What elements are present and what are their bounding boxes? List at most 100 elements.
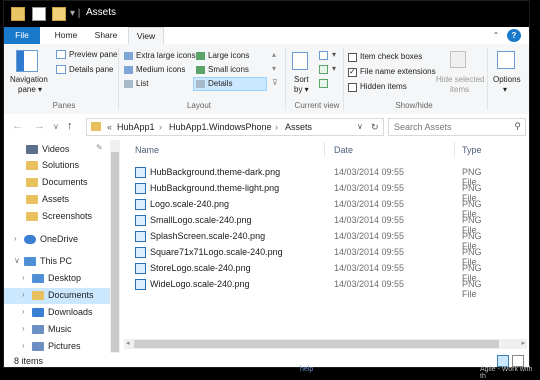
hidden-items-checkbox[interactable]	[348, 83, 357, 92]
layout-large-icons[interactable]: Large icons	[208, 51, 249, 60]
navigation-pane-icon[interactable]	[16, 50, 38, 72]
horizontal-scrollbar-thumb[interactable]	[134, 340, 499, 348]
forward-arrow-icon[interactable]: →	[34, 120, 45, 132]
options-button[interactable]: Options	[493, 75, 521, 84]
tab-home[interactable]: Home	[49, 27, 83, 44]
layout-medium-icons[interactable]: Medium icons	[136, 65, 185, 74]
file-row[interactable]: HubBackground.theme-dark.png 14/03/2014 …	[132, 165, 492, 187]
breadcrumb-separator-icon[interactable]: ›	[275, 122, 278, 132]
file-name-extensions-checkbox[interactable]	[348, 67, 357, 77]
layout-details[interactable]: Details	[208, 79, 232, 88]
address-dropdown-icon[interactable]: ∨	[357, 122, 363, 131]
png-file-icon	[135, 167, 146, 178]
add-columns-dropdown-icon[interactable]: ▾	[332, 64, 336, 73]
tree-item-assets[interactable]: Assets	[4, 192, 110, 208]
sort-by-icon[interactable]	[292, 52, 308, 70]
column-divider[interactable]	[324, 142, 325, 157]
file-row[interactable]: StoreLogo.scale-240.png 14/03/2014 09:55…	[132, 261, 492, 283]
chevron-right-icon[interactable]: ›	[22, 307, 25, 316]
tab-file[interactable]: File	[4, 27, 40, 44]
sort-by-label[interactable]: Sort	[294, 75, 309, 84]
chevron-right-icon[interactable]: ›	[22, 341, 25, 350]
item-check-boxes-label[interactable]: Item check boxes	[360, 52, 422, 61]
tree-item-music[interactable]: › Music	[4, 322, 110, 338]
tree-item-screenshots[interactable]: Screenshots	[4, 209, 110, 225]
tree-item-documents-quick[interactable]: Documents	[4, 175, 110, 191]
chevron-right-icon[interactable]: ›	[22, 273, 25, 282]
refresh-icon[interactable]: ↻	[371, 122, 379, 133]
tree-item-videos[interactable]: Videos ✎	[4, 142, 110, 158]
properties-button[interactable]	[32, 7, 46, 21]
recent-locations-icon[interactable]: ∨	[53, 122, 59, 131]
png-file-icon	[135, 247, 146, 258]
new-folder-button[interactable]	[52, 7, 66, 21]
item-check-boxes-checkbox[interactable]	[348, 53, 357, 62]
hidden-items-label[interactable]: Hidden items	[360, 82, 407, 91]
tree-item-this-pc[interactable]: ∨ This PC	[4, 254, 110, 270]
chevron-right-icon[interactable]: ›	[22, 290, 25, 299]
file-row[interactable]: WideLogo.scale-240.png 14/03/2014 09:55 …	[132, 277, 492, 299]
preview-pane-button[interactable]: Preview pane	[69, 50, 117, 59]
file-row[interactable]: SmallLogo.scale-240.png 14/03/2014 09:55…	[132, 213, 492, 235]
address-bar[interactable]: « HubApp1 › HubApp1.WindowsPhone › Asset…	[86, 118, 384, 136]
chevron-down-icon[interactable]: ∨	[14, 256, 20, 265]
up-arrow-icon[interactable]: ↑	[67, 120, 73, 132]
details-pane-button[interactable]: Details pane	[69, 65, 113, 74]
group-by-icon[interactable]	[319, 51, 328, 60]
scroll-right-icon[interactable]: ▸	[521, 339, 525, 347]
column-header-date[interactable]: Date	[334, 145, 353, 155]
options-icon[interactable]	[497, 51, 515, 69]
file-row[interactable]: SplashScreen.scale-240.png 14/03/2014 09…	[132, 229, 492, 251]
tab-share[interactable]: Share	[89, 27, 123, 44]
add-columns-icon[interactable]	[319, 65, 328, 74]
back-arrow-icon[interactable]: ←	[12, 120, 23, 132]
search-icon[interactable]: ⚲	[514, 121, 521, 132]
layout-scroll-up-icon[interactable]: ▴	[272, 50, 276, 59]
breadcrumb-assets[interactable]: Assets	[285, 122, 312, 132]
breadcrumb-hubapp1[interactable]: HubApp1	[117, 122, 155, 132]
horizontal-scrollbar[interactable]: ◂ ▸	[124, 339, 527, 349]
options-dropdown-icon[interactable]: ▾	[503, 85, 507, 94]
tree-item-onedrive[interactable]: › OneDrive	[4, 232, 110, 248]
layout-small-icons[interactable]: Small icons	[208, 65, 249, 74]
tree-scrollbar-thumb[interactable]	[111, 152, 119, 352]
window-title: Assets	[86, 7, 117, 18]
search-placeholder[interactable]: Search Assets	[394, 122, 452, 132]
file-name-extensions-label[interactable]: File name extensions	[360, 67, 436, 76]
small-icons-icon	[196, 66, 205, 74]
breadcrumb-separator-icon[interactable]: ›	[159, 122, 162, 132]
group-by-dropdown-icon[interactable]: ▾	[332, 50, 336, 59]
scroll-left-icon[interactable]: ◂	[126, 339, 130, 347]
ribbon-collapse-icon[interactable]: ⌃	[491, 27, 501, 44]
tab-view[interactable]: View	[128, 27, 164, 45]
tree-item-documents-pc[interactable]: › Documents	[4, 288, 110, 304]
tree-item-solutions[interactable]: Solutions	[4, 158, 110, 174]
size-columns-icon[interactable]	[319, 79, 328, 88]
breadcrumb-windowsphone[interactable]: HubApp1.WindowsPhone	[169, 122, 272, 132]
layout-list[interactable]: List	[136, 79, 148, 88]
layout-extra-large-icons[interactable]: Extra large icons	[136, 51, 196, 60]
tree-item-desktop[interactable]: › Desktop	[4, 271, 110, 287]
column-header-type[interactable]: Type	[462, 145, 482, 155]
chevron-right-icon[interactable]: ›	[14, 234, 17, 243]
layout-scroll-down-icon[interactable]: ▾	[272, 64, 276, 73]
chevron-right-icon[interactable]: ›	[22, 324, 25, 333]
downloads-icon	[32, 308, 44, 317]
pin-icon[interactable]: ✎	[96, 143, 103, 152]
file-name: WideLogo.scale-240.png	[150, 279, 250, 289]
file-name: HubBackground.theme-light.png	[150, 183, 280, 193]
navigation-pane-label[interactable]: Navigation	[10, 75, 48, 84]
breadcrumb-overflow[interactable]: «	[107, 122, 112, 132]
file-row[interactable]: HubBackground.theme-light.png 14/03/2014…	[132, 181, 492, 203]
column-header-name[interactable]: Name	[135, 145, 159, 155]
tree-item-downloads[interactable]: › Downloads	[4, 305, 110, 321]
quick-access-customize-icon[interactable]: ▾ |	[70, 8, 80, 19]
file-row[interactable]: Square71x71Logo.scale-240.png 14/03/2014…	[132, 245, 492, 267]
navigation-pane-label-2[interactable]: pane ▾	[18, 85, 42, 94]
sort-by-label-2[interactable]: by ▾	[294, 85, 309, 94]
file-row[interactable]: Logo.scale-240.png 14/03/2014 09:55 PNG …	[132, 197, 492, 219]
column-divider[interactable]	[454, 142, 455, 157]
help-button[interactable]: ?	[507, 29, 521, 42]
layout-expand-icon[interactable]: ⊽	[272, 78, 278, 87]
search-box[interactable]: Search Assets ⚲	[388, 118, 526, 136]
